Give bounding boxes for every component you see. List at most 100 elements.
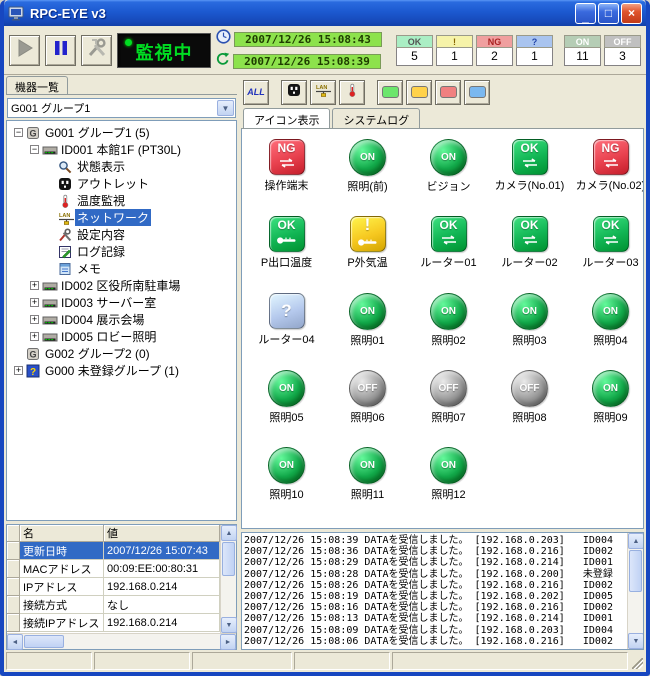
tree-item-label[interactable]: ID001 本館1F (PT30L) [59,141,183,158]
start-monitor-button[interactable] [9,35,40,66]
device-icon-item[interactable]: ON照明10 [268,447,305,502]
filter-color-green-button[interactable] [377,80,403,105]
device-icon-item[interactable]: OKルーター03 [582,216,638,270]
tab-system-log[interactable]: システムログ [332,108,420,128]
tree-item-label[interactable]: ID002 区役所南駐車場 [59,277,182,294]
tree-item[interactable]: ログ記録 [10,243,236,260]
device-icon-item[interactable]: OKカメラ(No.01) [495,139,565,193]
property-table-hscrollbar[interactable]: ◄ ► [7,633,236,649]
tree-item[interactable]: 温度監視 [10,192,236,209]
row-selector[interactable] [7,542,20,560]
device-icon-item[interactable]: NG操作端末 [265,139,309,193]
expand-icon[interactable]: + [30,298,39,307]
table-row[interactable]: 更新日時2007/12/26 15:07:43 [7,542,220,560]
maximize-button[interactable]: □ [598,3,619,24]
tree-item[interactable]: LANネットワーク [10,209,236,226]
tree-item[interactable]: アウトレット [10,175,236,192]
row-selector[interactable] [7,614,20,632]
tree-item[interactable]: + ID002 区役所南駐車場 [10,277,236,294]
expand-icon[interactable]: + [30,281,39,290]
device-icon-item[interactable]: ON照明02 [430,293,467,348]
tab-icon-view[interactable]: アイコン表示 [243,108,330,128]
expand-icon[interactable]: + [14,366,23,375]
scroll-down-icon[interactable]: ▼ [628,633,644,649]
close-button[interactable]: × [621,3,642,24]
device-icon-item[interactable]: ON照明04 [592,293,629,348]
settings-button[interactable] [81,35,112,66]
scroll-up-icon[interactable]: ▲ [628,533,644,549]
pause-monitor-button[interactable] [45,35,76,66]
filter-lan-button[interactable]: LAN [310,80,336,105]
device-icon-item[interactable]: OFF照明06 [349,370,386,425]
device-icon-item[interactable]: NGカメラ(No.02) [576,139,644,193]
tree-item[interactable]: −GG001 グループ1 (5) [10,124,236,141]
device-icon-item[interactable]: OKP出口温度 [261,216,312,270]
tree-item[interactable]: +ID005 ロビー照明 [10,328,236,345]
tree-item[interactable]: − ID001 本館1F (PT30L) [10,141,236,158]
device-icon-item[interactable]: ON照明05 [268,370,305,425]
tree-item-label[interactable]: G000 未登録グループ (1) [43,362,181,379]
tree-item[interactable]: + ID003 サーバー室 [10,294,236,311]
collapse-icon[interactable]: − [30,145,39,154]
tree-item[interactable]: 設定内容 [10,226,236,243]
device-icon-item[interactable]: OKルーター02 [501,216,557,270]
device-icon-item[interactable]: ON照明03 [511,293,548,348]
device-icon-item[interactable]: ON照明(前) [347,139,387,194]
row-selector[interactable] [7,578,20,596]
device-icon-item[interactable]: ON照明12 [430,447,467,502]
scroll-left-icon[interactable]: ◄ [7,634,23,650]
tree-item[interactable]: メモ [10,260,236,277]
resize-grip[interactable] [630,652,644,670]
tree-item[interactable]: +?G000 未登録グループ (1) [10,362,236,379]
expand-icon[interactable]: + [30,332,39,341]
table-row[interactable]: MACアドレス00:09:EE:00:80:31 [7,560,220,578]
tree-item-label[interactable]: 状態表示 [75,158,127,175]
table-row[interactable]: IPアドレス192.168.0.214 [7,578,220,596]
tree-item-label[interactable]: 温度監視 [75,192,127,209]
log-vscrollbar[interactable]: ▲ ▼ [627,533,643,649]
row-selector[interactable] [7,596,20,614]
tab-device-list[interactable]: 機器一覧 [6,76,68,94]
tree-item[interactable]: + ID004 展示会場 [10,311,236,328]
minimize-button[interactable]: _ [575,3,596,24]
tree-item[interactable]: 状態表示 [10,158,236,175]
tree-item-label[interactable]: アウトレット [75,175,151,192]
device-icon-item[interactable]: !P外気温 [347,216,387,270]
device-icon-item[interactable]: ?ルーター04 [258,293,314,347]
device-icon-item[interactable]: OFF照明07 [430,370,467,425]
table-row[interactable]: 接続IPアドレス192.168.0.214 [7,614,220,632]
scroll-right-icon[interactable]: ► [220,634,236,650]
filter-outlet-button[interactable] [281,80,307,105]
tree-item-label[interactable]: メモ [75,260,103,277]
row-selector[interactable] [7,560,20,578]
device-icon-item[interactable]: OKルーター01 [420,216,476,270]
tree-item-label[interactable]: ID003 サーバー室 [59,294,158,311]
filter-color-red-button[interactable] [435,80,461,105]
hscroll-thumb[interactable] [24,635,64,648]
filter-color-yellow-button[interactable] [406,80,432,105]
group-select[interactable]: G001 グループ1 ▼ [7,98,236,118]
filter-all-button[interactable]: ALL [243,80,269,105]
tree-item[interactable]: GG002 グループ2 (0) [10,345,236,362]
tree-item-label[interactable]: ログ記録 [75,243,127,260]
property-table-vscrollbar[interactable]: ▲ ▼ [220,525,236,633]
device-icon-item[interactable]: ONビジョン [427,139,471,194]
vscroll-thumb[interactable] [629,550,642,592]
device-icon-item[interactable]: ON照明01 [349,293,386,348]
scroll-down-icon[interactable]: ▼ [221,617,237,633]
device-icon-item[interactable]: ON照明11 [349,447,386,502]
device-icon-item[interactable]: OFF照明08 [511,370,548,425]
tree-item-label[interactable]: ネットワーク [75,209,151,226]
vscroll-thumb[interactable] [222,542,235,576]
device-icon-item[interactable]: ON照明09 [592,370,629,425]
filter-thermometer-button[interactable] [339,80,365,105]
filter-color-blue-button[interactable] [464,80,490,105]
scroll-up-icon[interactable]: ▲ [221,525,237,541]
tree-item-label[interactable]: G002 グループ2 (0) [43,345,152,362]
table-row[interactable]: 接続方式なし [7,596,220,614]
chevron-down-icon[interactable]: ▼ [217,100,234,116]
tree-item-label[interactable]: G001 グループ1 (5) [43,124,152,141]
tree-item-label[interactable]: ID004 展示会場 [59,311,146,328]
expand-icon[interactable]: + [30,315,39,324]
collapse-icon[interactable]: − [14,128,23,137]
